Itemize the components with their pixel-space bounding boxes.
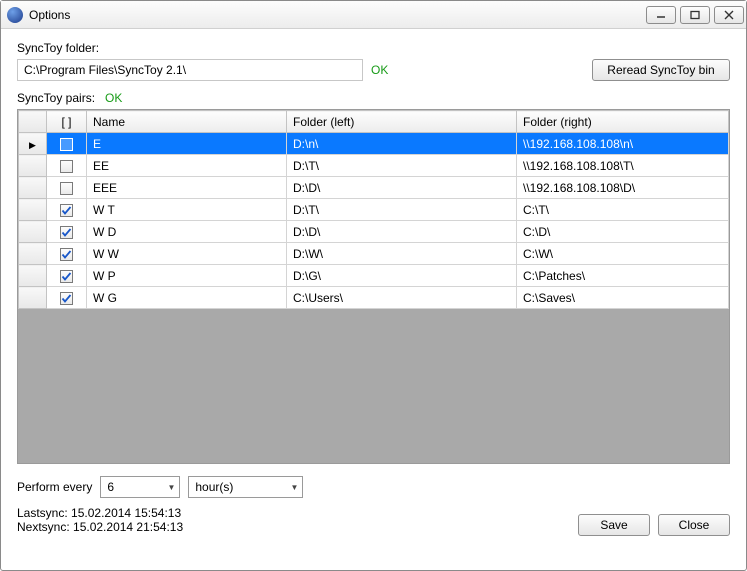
row-header[interactable] — [19, 221, 47, 243]
row-name[interactable]: EE — [87, 155, 287, 177]
pairs-grid[interactable]: [ ] Name Folder (left) Folder (right) ▶ E… — [17, 109, 730, 464]
table-row[interactable]: W DD:\D\C:\D\ — [19, 221, 729, 243]
row-name[interactable]: E — [87, 133, 287, 155]
table-row[interactable]: W TD:\T\C:\T\ — [19, 199, 729, 221]
row-checkbox[interactable] — [60, 248, 73, 261]
interval-unit: hour(s) — [195, 480, 233, 494]
close-button[interactable] — [714, 6, 744, 24]
titlebar[interactable]: Options — [1, 1, 746, 29]
synctoy-pairs-label: SyncToy pairs: — [17, 91, 95, 105]
interval-value: 6 — [107, 480, 114, 494]
table-row[interactable]: EED:\T\\\192.168.108.108\T\ — [19, 155, 729, 177]
minimize-button[interactable] — [646, 6, 676, 24]
row-folder-right[interactable]: \\192.168.108.108\T\ — [517, 155, 729, 177]
row-checkbox-cell[interactable] — [47, 199, 87, 221]
row-checkbox-cell[interactable] — [47, 287, 87, 309]
row-folder-left[interactable]: D:\D\ — [287, 177, 517, 199]
row-name[interactable]: W D — [87, 221, 287, 243]
row-name[interactable]: W T — [87, 199, 287, 221]
interval-unit-combo[interactable]: hour(s) ▼ — [188, 476, 303, 498]
row-checkbox[interactable] — [60, 182, 73, 195]
client-area: SyncToy folder: OK Reread SyncToy bin Sy… — [1, 29, 746, 570]
app-icon — [7, 7, 23, 23]
row-folder-left[interactable]: D:\D\ — [287, 221, 517, 243]
table-row[interactable]: W WD:\W\C:\W\ — [19, 243, 729, 265]
row-header[interactable] — [19, 243, 47, 265]
row-folder-right[interactable]: C:\Patches\ — [517, 265, 729, 287]
row-folder-right[interactable]: \\192.168.108.108\n\ — [517, 133, 729, 155]
column-header-folder-left[interactable]: Folder (left) — [287, 111, 517, 133]
maximize-button[interactable] — [680, 6, 710, 24]
pairs-status: OK — [105, 91, 122, 105]
row-name[interactable]: W W — [87, 243, 287, 265]
nextsync-label: Nextsync: — [17, 520, 70, 534]
chevron-down-icon: ▼ — [167, 483, 175, 492]
row-folder-left[interactable]: D:\W\ — [287, 243, 517, 265]
row-checkbox[interactable] — [60, 138, 73, 151]
row-folder-right[interactable]: C:\W\ — [517, 243, 729, 265]
window-title: Options — [29, 8, 70, 22]
perform-every-label: Perform every — [17, 480, 92, 494]
row-header[interactable] — [19, 287, 47, 309]
row-checkbox-cell[interactable] — [47, 265, 87, 287]
row-folder-right[interactable]: C:\T\ — [517, 199, 729, 221]
row-checkbox-cell[interactable] — [47, 243, 87, 265]
row-folder-left[interactable]: D:\n\ — [287, 133, 517, 155]
current-row-arrow-icon: ▶ — [29, 140, 36, 150]
lastsync-value: 15.02.2014 15:54:13 — [71, 506, 181, 520]
row-name[interactable]: EEE — [87, 177, 287, 199]
row-folder-right[interactable]: \\192.168.108.108\D\ — [517, 177, 729, 199]
row-checkbox-cell[interactable] — [47, 177, 87, 199]
row-folder-left[interactable]: D:\T\ — [287, 199, 517, 221]
row-folder-right[interactable]: C:\Saves\ — [517, 287, 729, 309]
row-name[interactable]: W P — [87, 265, 287, 287]
reread-button[interactable]: Reread SyncToy bin — [592, 59, 730, 81]
row-checkbox-cell[interactable] — [47, 155, 87, 177]
row-folder-left[interactable]: D:\G\ — [287, 265, 517, 287]
row-header[interactable]: ▶ — [19, 133, 47, 155]
synctoy-folder-input[interactable] — [17, 59, 363, 81]
folder-status: OK — [371, 63, 388, 77]
table-row[interactable]: ▶ ED:\n\\\192.168.108.108\n\ — [19, 133, 729, 155]
row-checkbox[interactable] — [60, 204, 73, 217]
lastsync-label: Lastsync: — [17, 506, 68, 520]
row-checkbox-cell[interactable] — [47, 133, 87, 155]
row-name[interactable]: W G — [87, 287, 287, 309]
row-folder-left[interactable]: D:\T\ — [287, 155, 517, 177]
row-folder-left[interactable]: C:\Users\ — [287, 287, 517, 309]
synctoy-folder-label: SyncToy folder: — [17, 41, 730, 55]
row-checkbox[interactable] — [60, 292, 73, 305]
row-folder-right[interactable]: C:\D\ — [517, 221, 729, 243]
column-header-folder-right[interactable]: Folder (right) — [517, 111, 729, 133]
grid-header-row: [ ] Name Folder (left) Folder (right) — [19, 111, 729, 133]
nextsync-value: 15.02.2014 21:54:13 — [73, 520, 183, 534]
row-header[interactable] — [19, 155, 47, 177]
column-header-checkbox[interactable]: [ ] — [47, 111, 87, 133]
table-row[interactable]: W GC:\Users\C:\Saves\ — [19, 287, 729, 309]
row-checkbox-cell[interactable] — [47, 221, 87, 243]
row-checkbox[interactable] — [60, 226, 73, 239]
column-header-name[interactable]: Name — [87, 111, 287, 133]
close-dialog-button[interactable]: Close — [658, 514, 730, 536]
table-row[interactable]: W PD:\G\C:\Patches\ — [19, 265, 729, 287]
grid-corner — [19, 111, 47, 133]
interval-value-combo[interactable]: 6 ▼ — [100, 476, 180, 498]
row-header[interactable] — [19, 265, 47, 287]
save-button[interactable]: Save — [578, 514, 650, 536]
table-row[interactable]: EEED:\D\\\192.168.108.108\D\ — [19, 177, 729, 199]
options-window: Options SyncToy folder: OK Reread SyncTo… — [0, 0, 747, 571]
row-header[interactable] — [19, 199, 47, 221]
chevron-down-icon: ▼ — [290, 483, 298, 492]
row-header[interactable] — [19, 177, 47, 199]
row-checkbox[interactable] — [60, 270, 73, 283]
row-checkbox[interactable] — [60, 160, 73, 173]
